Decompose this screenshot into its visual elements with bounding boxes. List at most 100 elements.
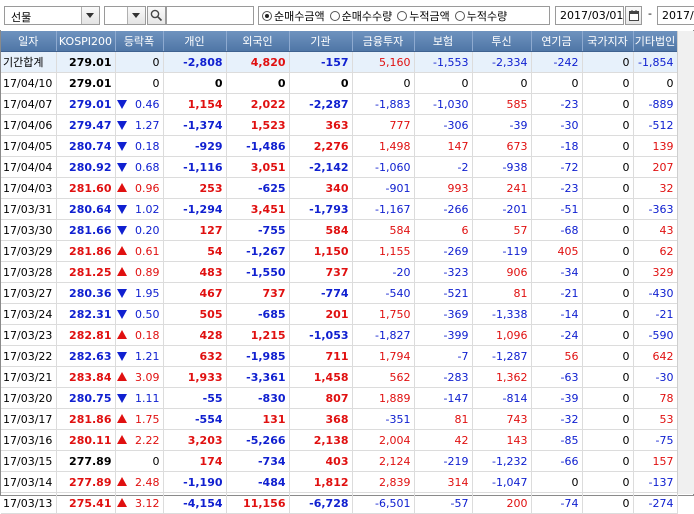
radio-cumulative-amount[interactable]: 누적금액 — [397, 8, 450, 24]
value-cell: 56 — [531, 345, 583, 367]
value-cell: -1,793 — [289, 198, 353, 220]
kospi200-cell: 281.86 — [56, 408, 116, 430]
value-cell: -157 — [289, 51, 353, 73]
change-cell: 1.95 — [115, 282, 164, 304]
value-cell: -266 — [414, 198, 473, 220]
change-value: 1.95 — [135, 286, 160, 300]
value-cell: 743 — [472, 408, 532, 430]
table-row[interactable]: 17/03/17 281.86 1.75 -554 131 368 -351 81 743 -32… — [1, 408, 678, 430]
search-input[interactable] — [166, 6, 254, 25]
column-header[interactable]: 일자 — [1, 31, 57, 52]
value-cell: 906 — [472, 261, 532, 283]
column-header[interactable]: 기타법인 — [633, 31, 678, 52]
table-row[interactable]: 17/03/21 283.84 3.09 1,933 -3,361 1,458 562 -28… — [1, 366, 678, 388]
value-cell: 0 — [582, 240, 634, 262]
vertical-scrollbar[interactable] — [677, 31, 694, 494]
value-cell: 81 — [414, 408, 473, 430]
column-header[interactable]: 기관 — [289, 31, 353, 52]
market-select[interactable]: 선물 — [4, 6, 100, 25]
date-cell: 17/03/21 — [1, 366, 57, 388]
value-cell: 0 — [226, 72, 290, 94]
value-cell: 403 — [289, 450, 353, 472]
column-header[interactable]: 등락폭 — [115, 31, 164, 52]
column-header[interactable]: 국가지자 — [582, 31, 634, 52]
column-header[interactable]: 보험 — [414, 31, 473, 52]
table-row[interactable]: 17/03/20 280.75 1.11 -55 -830 807 1,889 -147 -81… — [1, 387, 678, 409]
start-date-input[interactable]: 2017/03/01 — [555, 6, 624, 25]
change-cell: 0 — [115, 450, 164, 472]
start-date-calendar-button[interactable] — [625, 6, 642, 25]
chevron-down-icon[interactable] — [127, 7, 145, 24]
change-cell: 0.46 — [115, 93, 164, 115]
value-cell: -85 — [531, 429, 583, 451]
value-cell: -521 — [414, 282, 473, 304]
value-cell: -1,053 — [289, 324, 353, 346]
table-row[interactable]: 17/04/10 279.01 0 0 0 0 0 0 0 0 0 0 — [1, 72, 678, 94]
change-cell: 0.18 — [115, 324, 164, 346]
column-header[interactable]: KOSPI200 — [56, 31, 116, 52]
value-cell: 139 — [633, 135, 678, 157]
value-cell: 1,096 — [472, 324, 532, 346]
table-row[interactable]: 17/03/28 281.25 0.89 483 -1,550 737 -20 -323 906… — [1, 261, 678, 283]
column-header[interactable]: 외국인 — [226, 31, 290, 52]
radio-net-buy-amount[interactable]: 순매수금액 — [262, 8, 325, 24]
table-row[interactable]: 17/04/04 280.92 0.68 -1,116 3,051 -2,142 -1,06… — [1, 156, 678, 178]
value-cell: 642 — [633, 345, 678, 367]
value-cell: -1,338 — [472, 303, 532, 325]
value-cell: -68 — [531, 219, 583, 241]
table-row[interactable]: 17/03/27 280.36 1.95 467 737 -774 -540 -521 81 -2… — [1, 282, 678, 304]
value-cell: 2,138 — [289, 429, 353, 451]
kospi200-cell: 281.60 — [56, 177, 116, 199]
value-cell: 314 — [414, 471, 473, 493]
value-cell: 0 — [582, 303, 634, 325]
market-select-value: 선물 — [11, 11, 32, 24]
search-button[interactable] — [147, 6, 166, 25]
value-cell: 1,150 — [289, 240, 353, 262]
chevron-down-icon[interactable] — [81, 7, 99, 24]
value-cell: -306 — [414, 114, 473, 136]
table-row[interactable]: 17/03/16 280.11 2.22 3,203 -5,266 2,138 2,004 4… — [1, 429, 678, 451]
table-row[interactable]: 17/03/23 282.81 0.18 428 1,215 -1,053 -1,827 -3… — [1, 324, 678, 346]
column-header[interactable]: 연기금 — [531, 31, 583, 52]
value-cell: -1,883 — [352, 93, 415, 115]
radio-net-buy-quantity[interactable]: 순매수수량 — [329, 8, 392, 24]
total-row[interactable]: 기간합계 279.01 0 -2,808 4,820 -157 5,160 -1,553 -2,… — [1, 51, 678, 73]
value-cell: 0 — [531, 72, 583, 94]
table-row[interactable]: 17/04/07 279.01 0.46 1,154 2,022 -2,287 -1,883… — [1, 93, 678, 115]
change-cell: 0 — [115, 51, 164, 73]
column-header[interactable]: 투신 — [472, 31, 532, 52]
table-row[interactable]: 17/03/24 282.31 0.50 505 -685 201 1,750 -369 -1,… — [1, 303, 678, 325]
change-cell: 0 — [115, 72, 164, 94]
value-cell: -755 — [226, 219, 290, 241]
column-header[interactable]: 개인 — [163, 31, 227, 52]
end-date-input[interactable]: 2017/0 — [657, 6, 694, 25]
value-cell: 143 — [472, 429, 532, 451]
value-cell: 0 — [582, 135, 634, 157]
table-row[interactable]: 17/04/06 279.47 1.27 -1,374 1,523 363 777 -306-… — [1, 114, 678, 136]
change-value: 0.89 — [135, 265, 160, 279]
value-cell: -1,030 — [414, 93, 473, 115]
table-row[interactable]: 17/03/15 277.89 0 174 -734 403 2,124 -219 -1,232… — [1, 450, 678, 472]
value-cell: -18 — [531, 135, 583, 157]
table-row[interactable]: 17/04/05 280.74 0.18 -929 -1,486 2,276 1,498 14… — [1, 135, 678, 157]
table-row[interactable]: 17/04/03 281.60 0.96 253 -625 340 -901 993 241 -2… — [1, 177, 678, 199]
value-cell: 54 — [163, 240, 227, 262]
column-header[interactable]: 금융투자 — [352, 31, 415, 52]
kospi200-cell: 280.74 — [56, 135, 116, 157]
change-cell: 0.61 — [115, 240, 164, 262]
value-cell: -938 — [472, 156, 532, 178]
table-row[interactable]: 17/03/14 277.89 2.48 -1,190 -484 1,812 2,839 31… — [1, 471, 678, 493]
kospi200-cell: 283.84 — [56, 366, 116, 388]
table-row[interactable]: 17/03/31 280.64 1.02 -1,294 3,451 -1,793 -1,16… — [1, 198, 678, 220]
radio-cumulative-quantity[interactable]: 누적수량 — [454, 8, 507, 24]
radio-label: 순매수금액 — [274, 9, 325, 23]
table-row[interactable]: 17/03/29 281.86 0.61 54 -1,267 1,150 1,155 -269… — [1, 240, 678, 262]
table-row[interactable]: 17/03/30 281.66 0.20 127 -755 584 584 6 57 -68 0 43 — [1, 219, 678, 241]
value-cell: 428 — [163, 324, 227, 346]
table-row[interactable]: 17/03/22 282.63 1.21 632 -1,985 711 1,794 -7 -1,… — [1, 345, 678, 367]
value-cell: -201 — [472, 198, 532, 220]
secondary-select[interactable] — [104, 6, 146, 25]
value-cell: -1,047 — [472, 471, 532, 493]
value-cell: 329 — [633, 261, 678, 283]
kospi200-cell: 279.01 — [56, 93, 116, 115]
